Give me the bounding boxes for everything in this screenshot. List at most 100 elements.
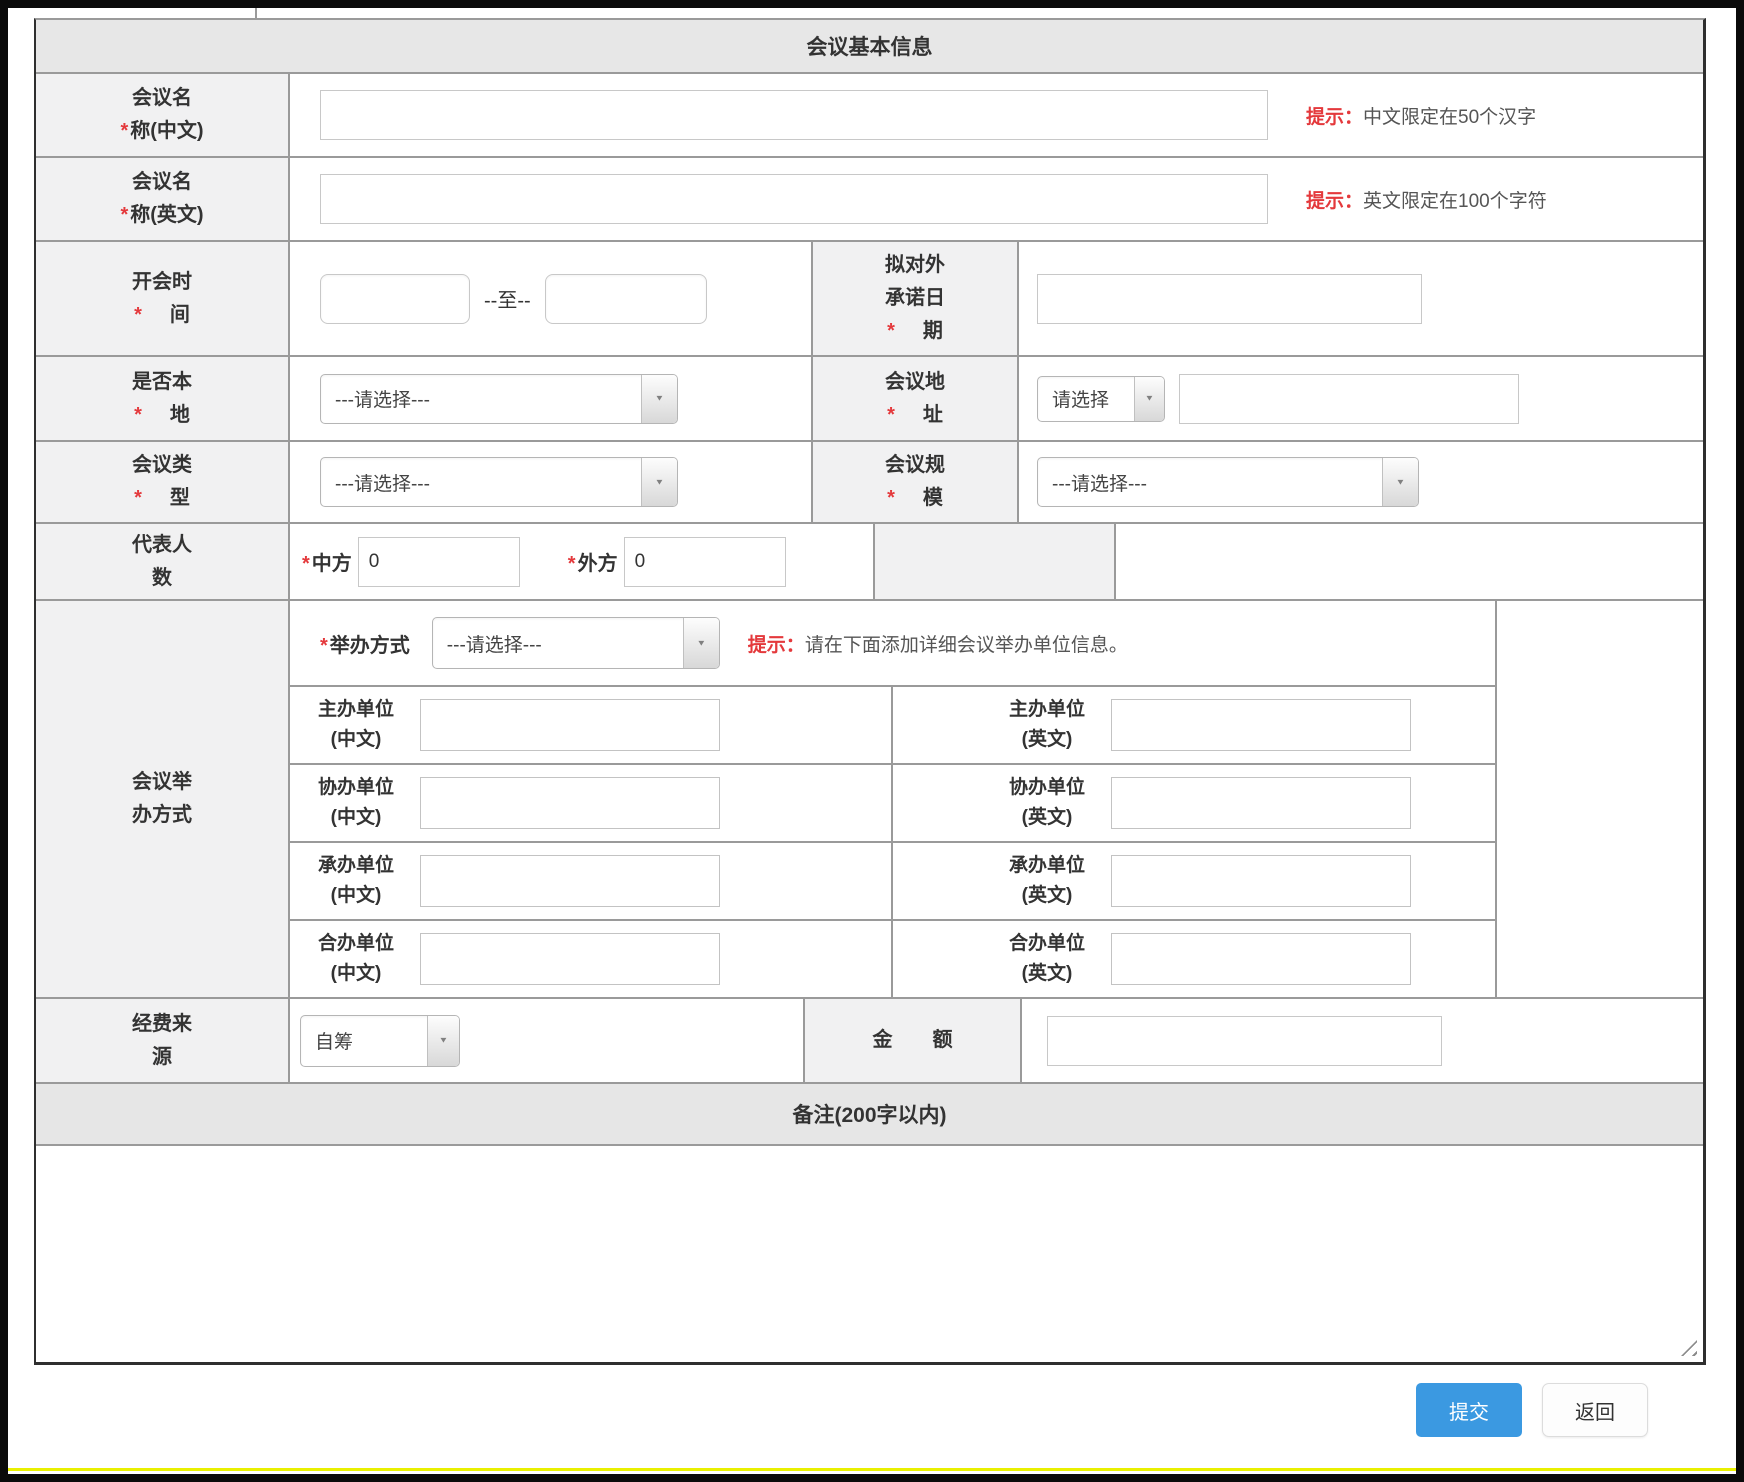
row-host-section: 会议举 办方式 *举办方式 ---请选择--- ▼ 提示：请在下面添加详细会议举… — [36, 601, 1703, 999]
undertaker-cn-input[interactable] — [420, 855, 720, 907]
dropdown-button[interactable]: ▼ — [1134, 377, 1164, 421]
field-label-is-local: 是否本 *地 — [36, 357, 290, 440]
partial-gridline — [255, 8, 257, 18]
meeting-type-select[interactable]: ---请选择--- ▼ — [320, 457, 678, 507]
joint-organizer-en-input[interactable] — [1111, 933, 1411, 985]
organizer-cn-input[interactable] — [420, 699, 720, 751]
date-range-separator: --至-- — [484, 284, 531, 313]
field-label-name-en: 会议名 *称(英文) — [36, 158, 290, 240]
funding-select[interactable]: 自筹 ▼ — [300, 1015, 460, 1067]
row-name-en: 会议名 *称(英文) 提示：英文限定在100个字符 — [36, 158, 1703, 242]
cell-address: 请选择 ▼ — [1019, 357, 1703, 440]
host-mode-select[interactable]: ---请选择--- ▼ — [432, 617, 720, 669]
previous-table-partial-row — [34, 8, 1706, 18]
unit-label: 合办单位 (英文) — [991, 929, 1103, 989]
row-funding: 经费来 源 自筹 ▼ 金 额 — [36, 999, 1703, 1084]
unit-label: 主办单位 (中文) — [300, 695, 412, 755]
field-label-host-section: 会议举 办方式 — [36, 601, 290, 997]
co-organizer-en-input[interactable] — [1111, 777, 1411, 829]
field-label-meeting-type: 会议类 *型 — [36, 442, 290, 522]
host-section-content: *举办方式 ---请选择--- ▼ 提示：请在下面添加详细会议举办单位信息。 — [290, 601, 1703, 997]
address-region-select[interactable]: 请选择 ▼ — [1037, 376, 1165, 422]
amount-input[interactable] — [1047, 1016, 1442, 1066]
unit-co-organizer-cn: 协办单位 (中文) — [290, 765, 891, 841]
required-asterisk: * — [134, 482, 142, 515]
joint-organizer-cn-input[interactable] — [420, 933, 720, 985]
field-label-promise-date: 拟对外 承诺日 *期 — [811, 242, 1019, 355]
unit-organizer-cn: 主办单位 (中文) — [290, 687, 891, 763]
required-asterisk: * — [887, 399, 895, 432]
row-meeting-time: 开会时 *间 --至-- 拟对外 承诺日 *期 — [36, 242, 1703, 357]
unit-row-undertaker: 承办单位 (中文) 承办单位 (英文) — [290, 843, 1495, 921]
cell-name-en: 提示：英文限定在100个字符 — [290, 158, 1703, 240]
end-date-input[interactable] — [545, 274, 707, 324]
remark-textarea[interactable] — [36, 1146, 1703, 1362]
unit-label: 承办单位 (英文) — [991, 851, 1103, 911]
name-en-hint: 提示：英文限定在100个字符 — [1306, 186, 1547, 213]
back-button[interactable]: 返回 — [1542, 1383, 1648, 1437]
action-bar: 提交 返回 — [34, 1383, 1706, 1437]
cell-funding: 自筹 ▼ — [290, 999, 803, 1082]
dropdown-button[interactable]: ▼ — [683, 618, 719, 668]
required-asterisk: * — [302, 553, 310, 575]
delegates-cn-input[interactable] — [358, 537, 520, 587]
field-label-name-cn: 会议名 *称(中文) — [36, 74, 290, 156]
unit-joint-organizer-en: 合办单位 (英文) — [891, 921, 1493, 997]
unit-label: 协办单位 (中文) — [300, 773, 412, 833]
name-cn-input[interactable] — [320, 90, 1268, 140]
field-label-funding: 经费来 源 — [36, 999, 290, 1082]
organizer-en-input[interactable] — [1111, 699, 1411, 751]
host-mode-row: *举办方式 ---请选择--- ▼ 提示：请在下面添加详细会议举办单位信息。 — [290, 601, 1497, 687]
cell-promise-date — [1019, 242, 1703, 355]
table-title-text: 会议基本信息 — [807, 31, 933, 61]
dropdown-button[interactable]: ▼ — [641, 458, 677, 506]
name-en-input[interactable] — [320, 174, 1268, 224]
is-local-select[interactable]: ---请选择--- ▼ — [320, 374, 678, 424]
cell-meeting-scale: ---请选择--- ▼ — [1019, 442, 1703, 522]
undertaker-en-input[interactable] — [1111, 855, 1411, 907]
bottom-highlight-line — [8, 1468, 1736, 1471]
promise-date-input[interactable] — [1037, 274, 1422, 324]
cell-is-local: ---请选择--- ▼ — [290, 357, 811, 440]
host-units-table: 主办单位 (中文) 主办单位 (英文) — [290, 687, 1497, 997]
chevron-down-icon: ▼ — [655, 478, 665, 487]
co-organizer-cn-input[interactable] — [420, 777, 720, 829]
row-remark — [36, 1146, 1703, 1362]
row-is-local: 是否本 *地 ---请选择--- ▼ 会议地 *址 请选择 ▼ — [36, 357, 1703, 442]
field-label-address: 会议地 *址 — [811, 357, 1019, 440]
address-input[interactable] — [1179, 374, 1519, 424]
unit-row-co-organizer: 协办单位 (中文) 协办单位 (英文) — [290, 765, 1495, 843]
empty-label-cell — [873, 524, 1116, 599]
cell-name-cn: 提示：中文限定在50个汉字 — [290, 74, 1703, 156]
field-label-amount: 金 额 — [803, 999, 1022, 1082]
dropdown-button[interactable]: ▼ — [641, 375, 677, 423]
required-asterisk: * — [120, 115, 128, 148]
meeting-scale-select[interactable]: ---请选择--- ▼ — [1037, 457, 1419, 507]
dropdown-button[interactable]: ▼ — [427, 1016, 459, 1066]
remark-header: 备注(200字以内) — [36, 1084, 1703, 1146]
chevron-down-icon: ▼ — [1145, 394, 1155, 403]
chevron-down-icon: ▼ — [1396, 478, 1406, 487]
chevron-down-icon: ▼ — [439, 1036, 449, 1045]
page: 会议基本信息 会议名 *称(中文) 提示：中文限定在50个汉字 会议名 — [8, 8, 1736, 1474]
name-cn-hint: 提示：中文限定在50个汉字 — [1306, 102, 1536, 129]
screenshot-frame: 会议基本信息 会议名 *称(中文) 提示：中文限定在50个汉字 会议名 — [0, 0, 1744, 1482]
unit-undertaker-cn: 承办单位 (中文) — [290, 843, 891, 919]
unit-row-organizer: 主办单位 (中文) 主办单位 (英文) — [290, 687, 1495, 765]
host-mode-hint: 提示：请在下面添加详细会议举办单位信息。 — [748, 630, 1128, 657]
submit-button[interactable]: 提交 — [1416, 1383, 1522, 1437]
required-asterisk: * — [320, 635, 328, 657]
chevron-down-icon: ▼ — [696, 639, 706, 648]
row-delegates: 代表人 数 *中方 *外方 — [36, 524, 1703, 601]
field-label-meeting-scale: 会议规 *模 — [811, 442, 1019, 522]
dropdown-button[interactable]: ▼ — [1382, 458, 1418, 506]
remark-header-text: 备注(200字以内) — [792, 1099, 946, 1129]
unit-label: 承办单位 (中文) — [300, 851, 412, 911]
delegates-foreign-input[interactable] — [624, 537, 786, 587]
start-date-input[interactable] — [320, 274, 470, 324]
unit-undertaker-en: 承办单位 (英文) — [891, 843, 1493, 919]
unit-co-organizer-en: 协办单位 (英文) — [891, 765, 1493, 841]
field-label-meeting-time: 开会时 *间 — [36, 242, 290, 355]
cell-amount — [1022, 999, 1703, 1082]
chevron-down-icon: ▼ — [655, 394, 665, 403]
